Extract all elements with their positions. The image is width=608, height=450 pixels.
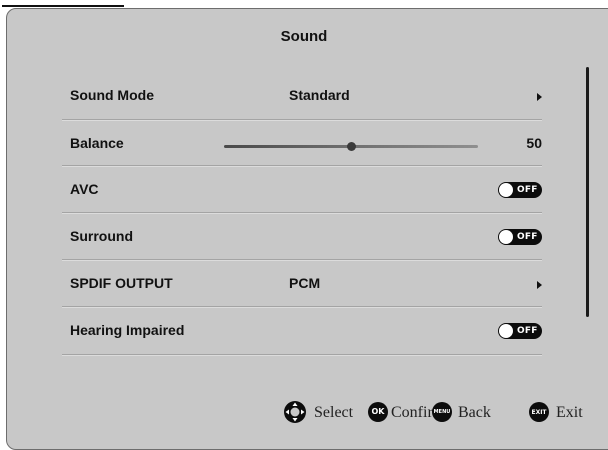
hearing-impaired-toggle[interactable]: OFF	[498, 323, 542, 339]
menu-button-icon: MENU	[432, 402, 452, 422]
menu-item-label: Surround	[70, 228, 133, 244]
divider	[62, 354, 542, 356]
menu-item-hearing-impaired[interactable]: Hearing Impaired OFF	[62, 308, 542, 355]
toggle-state: OFF	[517, 232, 538, 242]
scrollbar[interactable]	[586, 67, 589, 317]
exit-button-icon: EXIT	[529, 402, 549, 422]
sound-mode-value: Standard	[289, 87, 350, 103]
toggle-knob	[499, 324, 513, 338]
toggle-knob	[499, 230, 513, 244]
hint-label: Exit	[556, 404, 583, 421]
menu-item-label: Hearing Impaired	[70, 322, 185, 338]
menu-item-balance[interactable]: Balance 50	[62, 121, 542, 168]
hint-label: Confir	[391, 404, 433, 421]
menu-item-surround[interactable]: Surround OFF	[62, 214, 542, 261]
corner-mark	[2, 0, 124, 7]
spdif-output-value: PCM	[289, 275, 321, 291]
chevron-right-icon[interactable]	[537, 93, 542, 101]
toggle-state: OFF	[517, 326, 538, 336]
menu-item-spdif-output[interactable]: SPDIF OUTPUT PCM	[62, 261, 542, 308]
menu-item-label: AVC	[70, 181, 99, 197]
menu-item-label: Balance	[70, 135, 124, 151]
balance-slider[interactable]	[224, 142, 478, 151]
menu-title: Sound	[280, 28, 328, 45]
avc-toggle[interactable]: OFF	[498, 182, 542, 198]
footer-key-hints: Select OK Confir MENU Back EXIT Exit	[281, 399, 608, 425]
ok-button-icon: OK	[368, 402, 388, 422]
chevron-right-icon[interactable]	[537, 281, 542, 289]
menu-item-sound-mode[interactable]: Sound Mode Standard	[62, 73, 542, 120]
balance-value: 50	[526, 135, 542, 151]
toggle-knob	[499, 183, 513, 197]
surround-toggle[interactable]: OFF	[498, 229, 542, 245]
menu-item-avc[interactable]: AVC OFF	[62, 167, 542, 214]
hint-label: Back	[458, 404, 491, 421]
toggle-state: OFF	[517, 185, 538, 195]
menu-item-label: SPDIF OUTPUT	[70, 275, 173, 291]
slider-handle[interactable]	[347, 142, 356, 151]
menu-item-label: Sound Mode	[70, 87, 154, 103]
hint-label: Select	[314, 404, 354, 421]
